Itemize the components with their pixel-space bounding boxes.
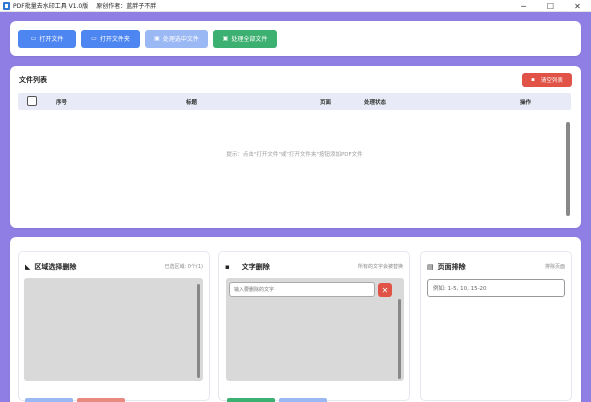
app-icon [3,1,10,10]
file-list-title: 文件列表 [19,76,47,84]
text-delete-input[interactable]: 输入要删除的文字 [229,282,375,297]
file-list-scrollbar[interactable] [566,122,570,216]
column-pages: 页面 [320,100,332,106]
page-exclude-header: ▤ 页面排除 [427,262,466,272]
column-title: 标题 [186,100,198,106]
process-icon: ▣ [154,35,160,42]
close-icon: ✕ [381,285,389,295]
region-count: 已选区域: 0个(1) [164,264,203,270]
clear-list-button[interactable]: ▪ 清空列表 [522,73,572,87]
column-index: 序号 [56,100,68,106]
clear-list-label: 清空列表 [540,78,563,84]
column-status: 处理状态 [364,100,387,106]
window-title-text: PDF批量去水印工具 V1.0版 [13,3,89,10]
folder-icon: ▭ [30,35,37,42]
process-all-label: 处理全部文件 [231,36,268,43]
region-delete-header: ◣ 区域选择删除 [25,262,76,272]
text-delete-header: ▪ 文字删除 [225,262,270,272]
window-author: 原创作者：蓝胖子不胖 [96,3,157,10]
file-list-panel: 文件列表 ▪ 清空列表 序号 标题 页面 处理状态 操作 提示：点击"打开文件"… [10,66,581,228]
page-exclude-title: 页面排除 [437,263,466,271]
text-delete-button[interactable]: ✕ [378,283,392,297]
window-controls: ─ ☐ ✕ [510,0,591,12]
process-all-icon: ▣ [222,35,229,42]
file-table-body: 提示：点击"打开文件"或"打开文件夹"按钮添加PDF文件 [18,112,571,220]
ruler-icon: ◣ [25,263,31,271]
process-all-button[interactable]: ▣ 处理全部文件 [213,29,277,48]
page-exclude-note: 排除页面 [544,264,565,270]
empty-hint: 提示：点击"打开文件"或"打开文件夹"按钮添加PDF文件 [226,152,363,158]
toolbar-panel: ▭ 打开文件 ▭ 打开文件夹 ▣ 处理选中文件 ▣ 处理全部文件 [10,21,581,56]
column-actions: 操作 [520,100,532,106]
file-table-header: 序号 标题 页面 处理状态 操作 [18,93,571,110]
process-selected-label: 处理选中文件 [162,36,199,43]
document-icon: ▤ [427,263,434,271]
folder-open-icon: ▭ [91,35,97,42]
region-delete-card: ◣ 区域选择删除 已选区域: 0个(1) [18,251,210,402]
region-delete-title: 区域选择删除 [34,263,77,271]
maximize-button[interactable]: ☐ [537,0,564,12]
text-delete-title: 文字删除 [241,263,270,271]
open-file-button[interactable]: ▭ 打开文件 [18,29,76,48]
text-action-button-2[interactable] [279,398,327,402]
text-delete-note: 所有的文字会被替换 [357,264,403,270]
open-folder-label: 打开文件夹 [99,36,130,43]
text-delete-card: ▪ 文字删除 所有的文字会被替换 输入要删除的文字 ✕ [218,251,410,402]
title-bar: PDF批量去水印工具 V1.0版 原创作者：蓝胖子不胖 ─ ☐ ✕ [0,0,591,12]
process-selected-button[interactable]: ▣ 处理选中文件 [145,29,208,48]
page-range-input[interactable]: 例如: 1-5, 10, 15-20 [427,279,565,297]
window-title: PDF批量去水印工具 V1.0版 原创作者：蓝胖子不胖 [13,1,156,10]
text-list-scrollbar[interactable] [398,299,401,379]
close-button[interactable]: ✕ [564,0,591,12]
open-file-label: 打开文件 [39,36,64,43]
region-preview-area[interactable] [24,278,203,381]
region-action-button-2[interactable] [77,398,125,402]
options-panel: ◣ 区域选择删除 已选区域: 0个(1) ▪ 文字删除 所有的文字会被替换 输入… [10,237,581,402]
open-folder-button[interactable]: ▭ 打开文件夹 [81,29,140,48]
select-all-checkbox[interactable] [27,96,37,106]
trash-icon: ▪ [531,77,535,83]
region-action-button-1[interactable] [25,398,73,402]
trash-icon: ▪ [225,263,230,271]
page-exclude-card: ▤ 页面排除 排除页面 例如: 1-5, 10, 15-20 [420,251,572,401]
minimize-button[interactable]: ─ [510,0,537,12]
region-scrollbar[interactable] [197,284,200,378]
text-action-button-1[interactable] [227,398,275,402]
